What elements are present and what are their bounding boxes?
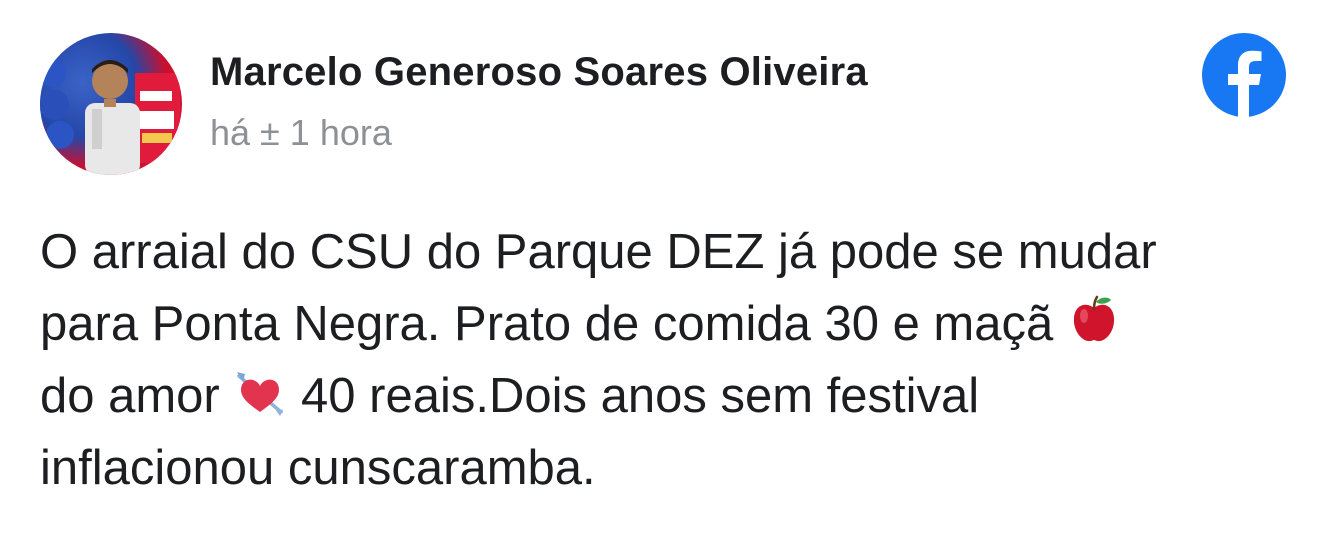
- heart-with-arrow-emoji: [237, 372, 284, 416]
- post-text-segment: 40 reais.Dois anos sem festival: [301, 369, 980, 423]
- author-name[interactable]: Marcelo Generoso Soares Oliveira: [210, 50, 868, 95]
- post-line: O arraial do CSU do Parque DEZ já pode s…: [40, 225, 1157, 279]
- post-line: inflacionou cunscaramba.: [40, 441, 596, 495]
- post-body: O arraial do CSU do Parque DEZ já pode s…: [40, 216, 1290, 504]
- facebook-icon: [1202, 33, 1286, 117]
- avatar[interactable]: [40, 33, 182, 175]
- profile-photo: [40, 59, 180, 175]
- post-text-segment: do amor: [40, 369, 220, 423]
- post-text-segment: para Ponta Negra. Prato de comida 30 e m…: [40, 297, 1054, 351]
- facebook-post-card: Marcelo Generoso Soares Oliveira há ± 1 …: [0, 0, 1327, 540]
- red-apple-emoji: [1073, 295, 1114, 342]
- post-timestamp[interactable]: há ± 1 hora: [210, 112, 392, 154]
- post-line: para Ponta Negra. Prato de comida 30 e m…: [40, 288, 1290, 360]
- post-line: do amor 40 reais.Dois anos sem festival: [40, 360, 1290, 432]
